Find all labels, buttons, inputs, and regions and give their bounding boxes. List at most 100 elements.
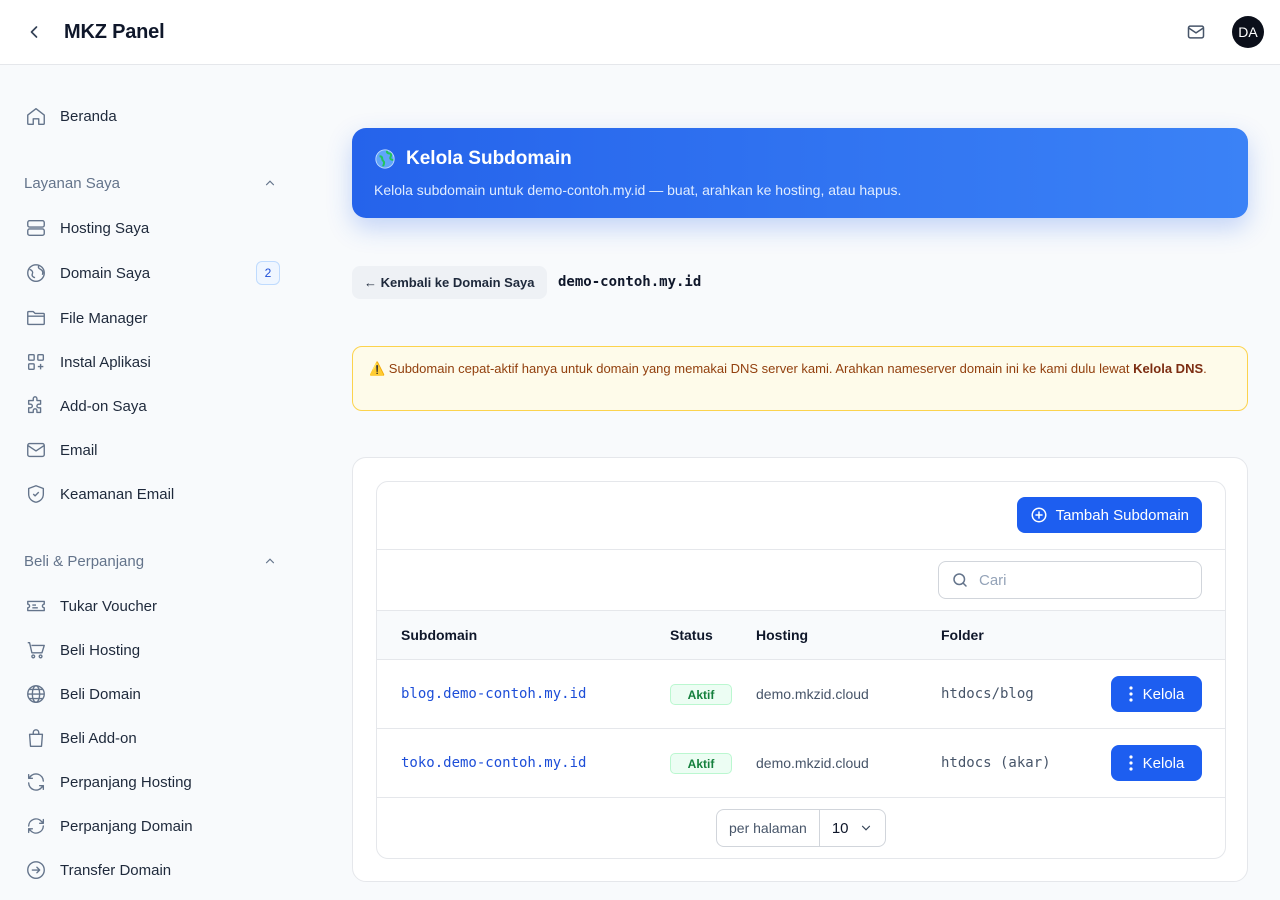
globe-icon (374, 148, 396, 170)
globe-icon (24, 261, 48, 285)
vertical-dots-icon (1129, 686, 1133, 702)
chevron-up-icon (262, 553, 278, 569)
home-icon (24, 104, 48, 128)
search-icon (953, 573, 967, 587)
sidebar-item-perpanjang-hosting[interactable]: Perpanjang Hosting (24, 765, 284, 799)
sidebar-item-label: Tukar Voucher (60, 597, 157, 615)
sidebar-item-label: Beli Add-on (60, 729, 137, 747)
sidebar-item-keamanan-email[interactable]: Keamanan Email (24, 477, 284, 511)
back-button[interactable] (14, 12, 54, 52)
server-icon (24, 216, 48, 240)
page-size-selector: per halaman 10 (716, 809, 886, 847)
sidebar: Beranda Layanan Saya Hosting Saya Domain… (0, 65, 304, 900)
subdomain-table-panel: Tambah Subdomain Subdomain Status Hostin… (376, 481, 1226, 859)
top-bar: MKZ Panel DA (0, 0, 1280, 65)
column-header-folder[interactable]: Folder (941, 627, 984, 643)
hosting-cell: demo.mkzid.cloud (756, 686, 869, 702)
alert-suffix: . (1203, 361, 1207, 376)
sidebar-item-label: Beli Domain (60, 685, 141, 703)
mail-icon (1187, 25, 1205, 39)
count-badge: 2 (256, 261, 280, 285)
sidebar-group-beli[interactable]: Beli & Perpanjang (24, 549, 284, 573)
table-row: blog.demo-contoh.my.id Aktif demo.mkzid.… (377, 660, 1225, 729)
page-title: Kelola Subdomain (406, 148, 572, 169)
plus-circle-icon (1031, 507, 1047, 523)
refresh-icon (24, 770, 48, 794)
sidebar-item-label: Instal Aplikasi (60, 353, 151, 371)
search-box (938, 561, 1202, 599)
sidebar-item-hosting-saya[interactable]: Hosting Saya (24, 211, 284, 245)
sidebar-item-label: Keamanan Email (60, 485, 175, 503)
sidebar-group-label: Layanan Saya (24, 174, 120, 192)
ticket-icon (24, 594, 48, 618)
add-subdomain-button[interactable]: Tambah Subdomain (1016, 497, 1202, 533)
sidebar-item-label: Beranda (60, 107, 117, 125)
page-size-select[interactable]: 10 (820, 820, 873, 837)
cart-icon (24, 638, 48, 662)
kelola-button[interactable]: Kelola (1111, 745, 1202, 781)
sidebar-item-beli-addon[interactable]: Beli Add-on (24, 721, 284, 755)
chevron-down-icon (861, 825, 870, 831)
vertical-dots-icon (1129, 755, 1133, 771)
sidebar-item-label: Perpanjang Hosting (60, 773, 192, 791)
sidebar-item-label: Add-on Saya (60, 397, 147, 415)
sidebar-item-instal-aplikasi[interactable]: Instal Aplikasi (24, 345, 284, 379)
shield-check-icon (24, 482, 48, 506)
sidebar-group-label: Beli & Perpanjang (24, 552, 145, 570)
column-header-status[interactable]: Status (670, 627, 713, 643)
kelola-dns-link[interactable]: Kelola DNS (1133, 361, 1203, 376)
divider (377, 549, 1225, 550)
sidebar-item-label: Hosting Saya (60, 219, 150, 237)
refresh-icon (24, 814, 48, 838)
app-title: MKZ Panel (64, 20, 165, 43)
sidebar-item-label: Email (60, 441, 98, 459)
apps-plus-icon (24, 350, 48, 374)
subdomain-link[interactable]: blog.demo-contoh.my.id (401, 686, 586, 702)
column-header-hosting[interactable]: Hosting (756, 627, 808, 643)
sidebar-group-layanan[interactable]: Layanan Saya (24, 171, 284, 195)
subdomain-card: Tambah Subdomain Subdomain Status Hostin… (352, 457, 1248, 882)
subdomain-link[interactable]: toko.demo-contoh.my.id (401, 755, 586, 771)
chevron-up-icon (262, 175, 278, 191)
page-size-label: per halaman (717, 810, 820, 846)
table-header: Subdomain Status Hosting Folder (377, 610, 1225, 660)
sidebar-item-addon-saya[interactable]: Add-on Saya (24, 389, 284, 423)
sidebar-item-domain-saya[interactable]: Domain Saya 2 (24, 256, 284, 290)
back-to-domains-button[interactable]: ← Kembali ke Domain Saya (352, 266, 547, 299)
sidebar-item-label: Domain Saya (60, 264, 151, 282)
sidebar-item-beli-hosting[interactable]: Beli Hosting (24, 633, 284, 667)
avatar[interactable]: DA (1232, 16, 1264, 48)
chevron-left-icon (30, 26, 38, 38)
add-subdomain-label: Tambah Subdomain (1055, 506, 1189, 524)
column-header-subdomain[interactable]: Subdomain (401, 627, 477, 643)
dns-warning-alert: ⚠️ Subdomain cepat-aktif hanya untuk dom… (352, 346, 1248, 411)
status-badge: Aktif (670, 684, 732, 705)
folder-icon (24, 306, 48, 330)
arrow-circle-icon (24, 858, 48, 882)
sidebar-item-label: Perpanjang Domain (60, 817, 193, 835)
sidebar-item-tukar-voucher[interactable]: Tukar Voucher (24, 589, 284, 623)
current-domain: demo-contoh.my.id (558, 274, 702, 290)
sidebar-item-label: File Manager (60, 309, 148, 327)
kelola-label: Kelola (1142, 754, 1185, 772)
mail-icon (24, 438, 48, 462)
shopping-bag-icon (24, 726, 48, 750)
sidebar-item-beranda[interactable]: Beranda (24, 99, 284, 133)
kelola-button[interactable]: Kelola (1111, 676, 1202, 712)
page-header-banner: Kelola Subdomain Kelola subdomain untuk … (352, 128, 1248, 218)
sidebar-item-transfer-domain[interactable]: Transfer Domain (24, 853, 284, 887)
sidebar-item-perpanjang-domain[interactable]: Perpanjang Domain (24, 809, 284, 843)
sidebar-item-email[interactable]: Email (24, 433, 284, 467)
sidebar-item-beli-domain[interactable]: Beli Domain (24, 677, 284, 711)
hosting-cell: demo.mkzid.cloud (756, 755, 869, 771)
mail-button[interactable] (1180, 16, 1212, 48)
globe-icon (24, 682, 48, 706)
sidebar-item-label: Transfer Domain (60, 861, 172, 879)
kelola-label: Kelola (1142, 685, 1185, 703)
page-subtitle: Kelola subdomain untuk demo-contoh.my.id… (374, 182, 902, 198)
puzzle-icon (24, 394, 48, 418)
folder-cell: htdocs/blog (941, 686, 1034, 702)
search-input[interactable] (979, 571, 1179, 589)
table-row: toko.demo-contoh.my.id Aktif demo.mkzid.… (377, 729, 1225, 798)
sidebar-item-file-manager[interactable]: File Manager (24, 301, 284, 335)
